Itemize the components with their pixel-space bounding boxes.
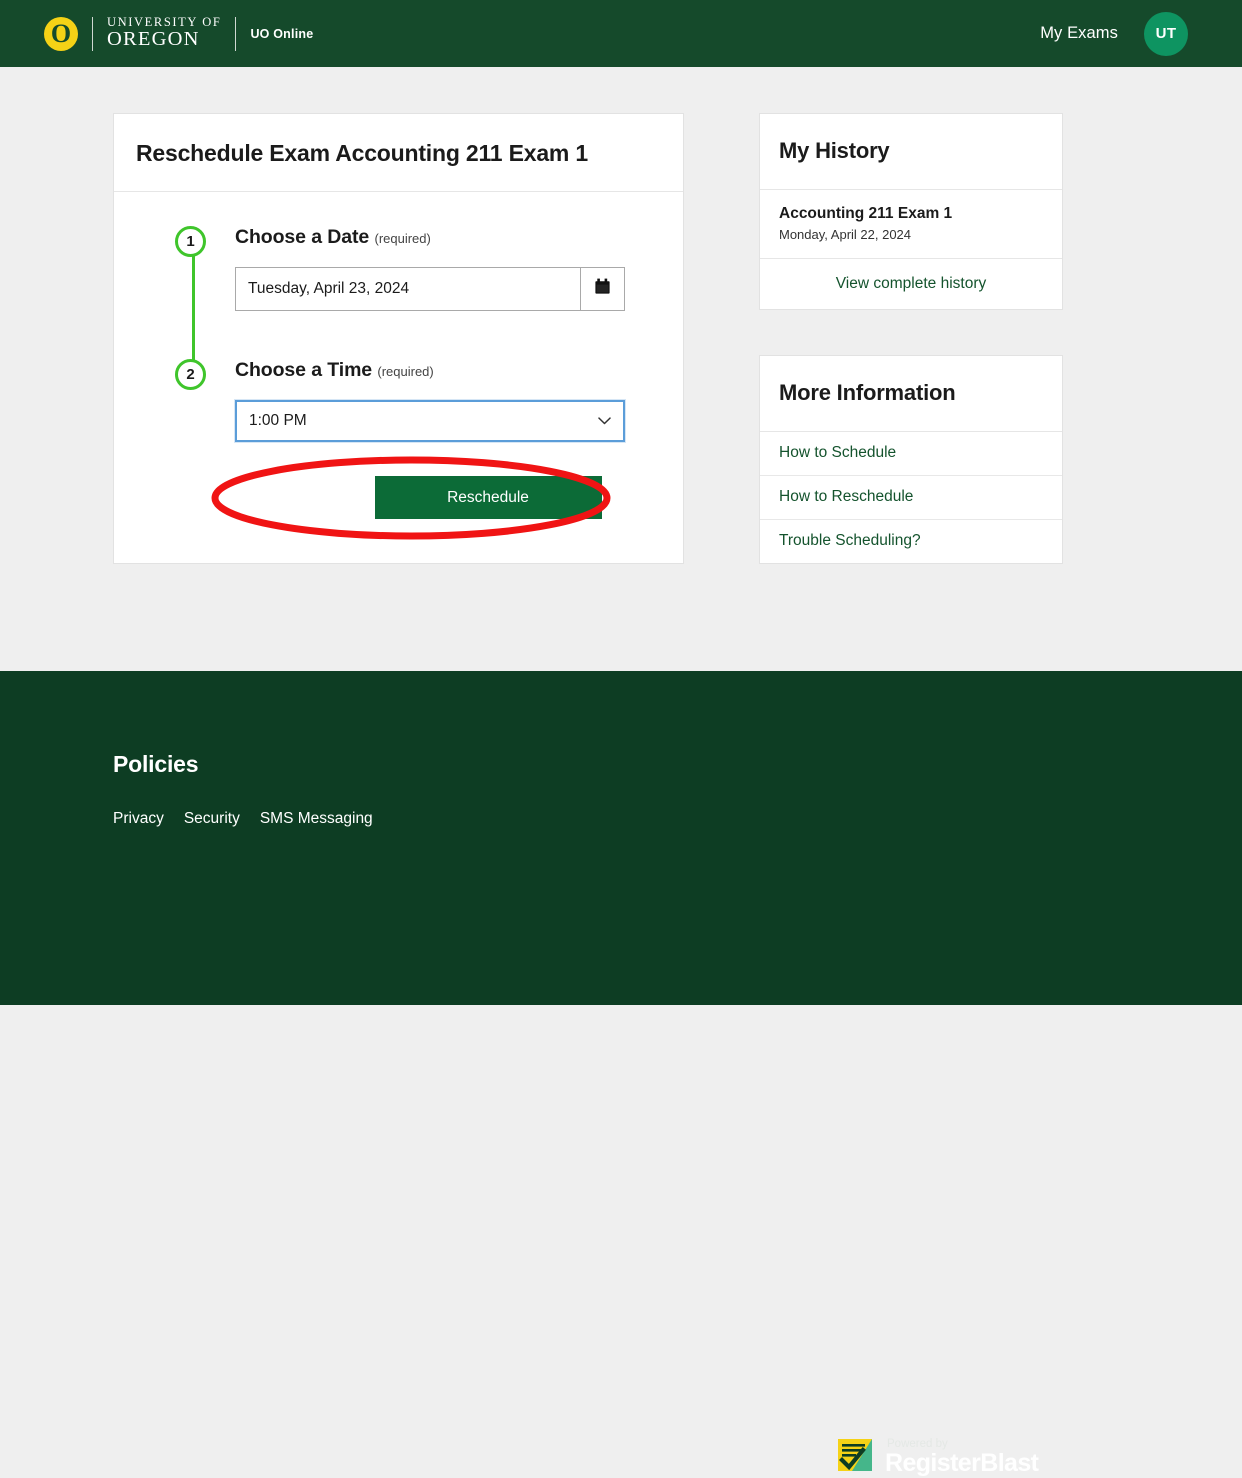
history-list-item[interactable]: Accounting 211 Exam 1 Monday, April 22, … xyxy=(760,190,1062,259)
reschedule-card-header: Reschedule Exam Accounting 211 Exam 1 xyxy=(114,114,683,192)
submit-row: Reschedule xyxy=(211,456,683,540)
reschedule-card: Reschedule Exam Accounting 211 Exam 1 1 … xyxy=(113,113,684,564)
reschedule-button[interactable]: Reschedule xyxy=(374,476,602,519)
date-picker-group: Tuesday, April 23, 2024 xyxy=(235,267,625,311)
uo-brand-logo[interactable]: O UNIVERSITY OF OREGON UO Online xyxy=(44,0,313,67)
account-menu[interactable]: UT xyxy=(1136,0,1198,77)
nav-link-my-exams[interactable]: My Exams xyxy=(1040,24,1118,43)
footer-policies: Policies Privacy Security SMS Messaging xyxy=(0,671,1242,828)
registerblast-badge[interactable]: Powered by RegisterBlast xyxy=(838,1437,1039,1478)
step-1-label: Choose a Date (required) xyxy=(235,226,625,249)
footer-heading: Policies xyxy=(113,751,199,777)
calendar-icon xyxy=(594,278,611,300)
more-information-card: More Information How to Schedule How to … xyxy=(759,355,1063,564)
site-header: O UNIVERSITY OF OREGON UO Online My Exam… xyxy=(0,0,1242,77)
my-history-footer: View complete history xyxy=(760,259,1062,309)
calendar-button[interactable] xyxy=(580,267,625,311)
site-footer: Policies Privacy Security SMS Messaging … xyxy=(0,671,1242,1477)
link-how-to-schedule[interactable]: How to Schedule xyxy=(779,444,896,461)
registerblast-wordmark: RegisterBlast xyxy=(885,1449,1039,1478)
my-history-header: My History xyxy=(760,114,1062,190)
university-wordmark: UNIVERSITY OF OREGON xyxy=(107,16,221,51)
step-choose-date: 1 Choose a Date (required) Tuesday, Apri… xyxy=(172,226,683,311)
step-badge-1: 1 xyxy=(175,226,206,257)
info-link-row[interactable]: Trouble Scheduling? xyxy=(760,520,1062,563)
footer-link-privacy[interactable]: Privacy xyxy=(113,810,164,828)
time-select[interactable]: 1:00 PM xyxy=(235,400,625,442)
reschedule-form: 1 Choose a Date (required) Tuesday, Apri… xyxy=(114,192,683,563)
history-item-name: Accounting 211 Exam 1 xyxy=(779,205,953,222)
page-content: Reschedule Exam Accounting 211 Exam 1 1 … xyxy=(0,67,1242,671)
info-link-row[interactable]: How to Reschedule xyxy=(760,476,1062,520)
link-how-to-reschedule[interactable]: How to Reschedule xyxy=(779,488,913,505)
step-badge-2: 2 xyxy=(175,359,206,390)
my-history-card: My History Accounting 211 Exam 1 Monday,… xyxy=(759,113,1063,310)
footer-link-security[interactable]: Security xyxy=(184,810,240,828)
step-choose-time: 2 Choose a Time (required) 1:00 PM xyxy=(172,359,683,442)
step-2-label: Choose a Time (required) xyxy=(235,359,625,382)
chevron-down-icon xyxy=(598,417,611,426)
step-1-label-text: Choose a Date xyxy=(235,226,370,248)
page-title: Reschedule Exam Accounting 211 Exam 1 xyxy=(136,140,588,166)
view-complete-history-link[interactable]: View complete history xyxy=(836,275,986,292)
time-select-value: 1:00 PM xyxy=(249,412,307,429)
more-information-title: More Information xyxy=(779,380,956,405)
date-input[interactable]: Tuesday, April 23, 2024 xyxy=(235,267,580,311)
more-information-header: More Information xyxy=(760,356,1062,432)
step-2-label-text: Choose a Time xyxy=(235,359,373,381)
step-1-required-note: (required) xyxy=(374,231,431,246)
history-item-date: Monday, April 22, 2024 xyxy=(779,227,912,242)
my-history-title: My History xyxy=(779,138,890,163)
sidebar: My History Accounting 211 Exam 1 Monday,… xyxy=(759,113,1063,564)
link-trouble-scheduling[interactable]: Trouble Scheduling? xyxy=(779,532,921,549)
uo-online-label: UO Online xyxy=(250,26,314,41)
powered-by-label: Powered by xyxy=(887,1438,948,1451)
step-list: 1 Choose a Date (required) Tuesday, Apri… xyxy=(114,226,683,540)
info-link-row[interactable]: How to Schedule xyxy=(760,432,1062,476)
footer-link-list: Privacy Security SMS Messaging xyxy=(113,810,373,828)
uo-o-logo-icon: O xyxy=(44,16,78,51)
header-nav: My Exams UT xyxy=(1040,0,1242,77)
university-line-2: OREGON xyxy=(107,28,200,51)
brand-divider-2 xyxy=(235,16,237,51)
footer-link-sms-messaging[interactable]: SMS Messaging xyxy=(260,810,373,828)
brand-divider-1 xyxy=(92,16,93,51)
avatar[interactable]: UT xyxy=(1144,11,1188,56)
step-2-required-note: (required) xyxy=(377,364,434,379)
registerblast-logo-icon xyxy=(838,1437,874,1478)
